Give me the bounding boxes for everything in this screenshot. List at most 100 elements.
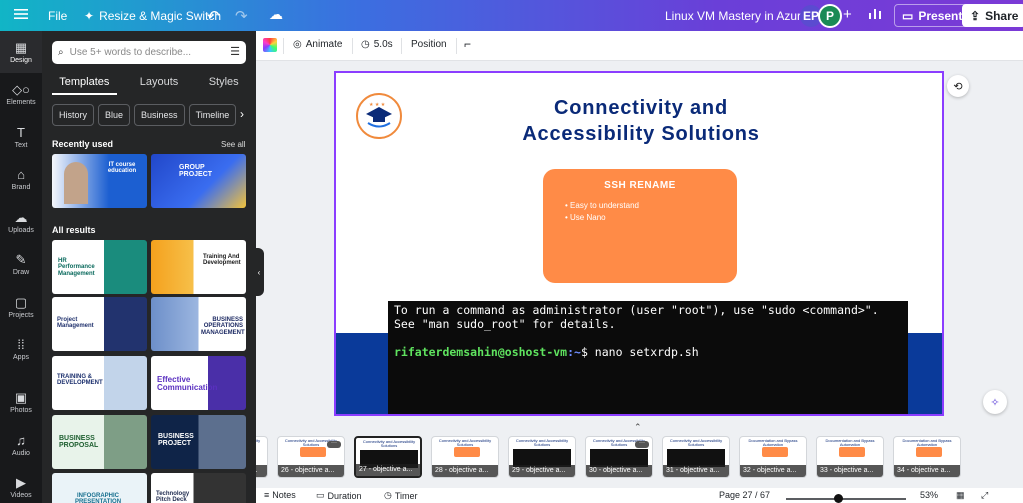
share-button[interactable]: ⇪ Share (962, 4, 1023, 27)
page-thumbnail[interactable]: Connectivity and Accessibility Solutions… (431, 436, 499, 478)
duration-button[interactable]: ◷ 5.0s (361, 39, 393, 50)
template-thumb[interactable]: BUSINESS OPERATIONS MANAGEMENT (151, 297, 246, 351)
tab-styles[interactable]: Styles (191, 73, 256, 95)
insights-icon[interactable] (868, 6, 882, 20)
search-input[interactable]: Use 5+ words to describe... (70, 47, 191, 58)
page-indicator[interactable]: Page 27 / 67 (719, 490, 770, 500)
page-thumb-label: 33 - objective a... (817, 465, 883, 477)
template-thumb[interactable]: Project Management (52, 297, 147, 351)
info-card[interactable]: SSH RENAME • Easy to understand • Use Na… (543, 169, 737, 283)
animate-button[interactable]: ◎ Animate (293, 39, 342, 50)
notes-icon: ≡ (264, 490, 270, 500)
template-thumb[interactable]: IT course education (52, 154, 147, 208)
template-thumb[interactable]: GROUP PROJECT (151, 154, 246, 208)
page-thumb-title: Connectivity and Accessibility Solutions (362, 439, 416, 449)
animate-label: Animate (305, 39, 343, 50)
panel-tabs: Templates Layouts Styles (42, 73, 256, 95)
refresh-icon[interactable]: ⟲ (947, 75, 969, 97)
slide-canvas[interactable]: ★ ★ ★ Connectivity and Accessibility Sol… (334, 71, 944, 416)
chevron-right-icon[interactable]: › (240, 107, 244, 121)
audio-icon: ♫ (16, 432, 26, 448)
bullet-item: • Use Nano (565, 213, 606, 222)
template-thumb[interactable]: Effective Communication (151, 356, 246, 410)
present-label: Present (918, 8, 963, 23)
chip-blue[interactable]: Blue (98, 104, 131, 126)
rail-draw[interactable]: ✎ Draw (0, 243, 42, 285)
template-thumb[interactable]: HR Performance Management (52, 240, 147, 294)
page-thumbnail[interactable]: Connectivity and Accessibility Solutions… (256, 436, 268, 478)
thumb-title: BUSINESS OPERATIONS MANAGEMENT (201, 317, 245, 336)
grid-view-icon[interactable]: ▦ (956, 490, 965, 501)
rail-apps[interactable]: ⁞⁞ Apps (0, 328, 42, 370)
template-thumb[interactable]: Training And Development (151, 240, 246, 294)
resize-magic-switch-button[interactable]: ✦ Resize & Magic Switch (84, 9, 221, 23)
chip-business[interactable]: Business (134, 104, 185, 126)
duration-value: 5.0s (373, 39, 393, 50)
tab-templates[interactable]: Templates (52, 73, 117, 95)
chip-history[interactable]: History (52, 104, 95, 126)
page-thumbnail[interactable]: Connectivity and Accessibility Solutions… (662, 436, 730, 478)
zoom-slider-handle[interactable] (834, 494, 843, 503)
menu-icon[interactable] (14, 8, 28, 20)
rail-design[interactable]: ▦ Design (0, 31, 42, 73)
rail-audio[interactable]: ♫ Audio (0, 424, 42, 466)
template-thumb[interactable]: BUSINESS PROJECT (151, 415, 246, 469)
zoom-slider[interactable] (786, 498, 906, 500)
rail-elements[interactable]: ◇○ Elements (0, 73, 42, 115)
template-thumb[interactable]: TRAINING & DEVELOPMENT (52, 356, 147, 410)
template-thumb[interactable]: BUSINESS PROPOSAL (52, 415, 147, 469)
add-collaborator-icon[interactable]: + (843, 6, 852, 23)
editor-toolbar: ◎ Animate ◷ 5.0s Position ⌐ (256, 31, 1023, 61)
present-button[interactable]: ▭ Present (894, 4, 971, 27)
page-thumb-label: 27 - objective a... (356, 464, 420, 476)
search-box[interactable]: ⌕ Use 5+ words to describe... ☰ (52, 41, 246, 64)
collapse-panel-handle[interactable]: ‹ (254, 248, 264, 296)
redo-icon[interactable]: ↷ (235, 7, 248, 25)
more-options-icon[interactable]: ··· (635, 440, 649, 448)
fullscreen-icon[interactable]: ⤢ (981, 490, 988, 501)
template-thumb[interactable]: Technology Pitch Deck (151, 473, 246, 503)
rail-projects[interactable]: ▢ Projects (0, 286, 42, 328)
magic-assistant-icon[interactable]: ✧ (983, 390, 1007, 414)
rail-label: Projects (8, 311, 34, 319)
page-thumbnail[interactable]: Documentation and Bypass Automation 34 - … (893, 436, 961, 478)
info-card-title: SSH RENAME (604, 180, 676, 191)
terminal-screenshot[interactable]: To run a command as administrator (user … (388, 301, 908, 414)
duration-footer-button[interactable]: ▭ Duration (316, 490, 362, 501)
page-thumbnail[interactable]: Documentation and Bypass Automation 33 - … (816, 436, 884, 478)
zoom-level[interactable]: 53% (920, 490, 938, 500)
page-thumbnail[interactable]: Connectivity and Accessibility Solutions… (277, 436, 345, 478)
filter-icon[interactable]: ☰ (230, 45, 240, 58)
file-menu[interactable]: File (48, 9, 67, 23)
rail-uploads[interactable]: ☁ Uploads (0, 201, 42, 243)
rail-brand[interactable]: ⌂ Brand (0, 158, 42, 200)
color-swatch-icon[interactable] (263, 38, 277, 52)
rail-text[interactable]: T Text (0, 116, 42, 158)
slide-title[interactable]: Connectivity and Accessibility Solutions (456, 95, 826, 147)
page-thumbnail[interactable]: Connectivity and Accessibility Solutions… (508, 436, 576, 478)
see-all-link[interactable]: See all (221, 140, 245, 149)
undo-icon[interactable]: ↶ (207, 7, 220, 25)
rail-videos[interactable]: ▶ Videos (0, 466, 42, 503)
chip-timeline[interactable]: Timeline (188, 104, 237, 126)
terminal-prompt: rifaterdemsahin@oshost-vm:~$ nano setxrd… (394, 345, 902, 359)
rail-photos[interactable]: ▣ Photos (0, 381, 42, 423)
more-options-icon[interactable]: ··· (327, 440, 341, 448)
page-thumbnail[interactable]: Connectivity and Accessibility Solutions… (585, 436, 653, 478)
template-thumb[interactable]: INFOGRAPHIC PRESENTATION (52, 473, 147, 503)
page-thumb-label: 32 - objective a... (740, 465, 806, 477)
duration-icon: ▭ (316, 490, 325, 500)
page-thumbnail[interactable]: Documentation and Bypass Automation 32 - … (739, 436, 807, 478)
tab-layouts[interactable]: Layouts (127, 73, 192, 95)
notes-button[interactable]: ≡ Notes (264, 490, 296, 500)
avatar-p[interactable]: P (818, 4, 842, 28)
position-button[interactable]: Position (411, 39, 447, 50)
rail-label: Apps (13, 353, 29, 361)
cloud-save-icon[interactable]: ☁ (269, 6, 283, 23)
page-thumbnail[interactable]: Connectivity and Accessibility Solutions… (354, 436, 422, 478)
templates-panel: ⌕ Use 5+ words to describe... ☰ Template… (42, 31, 256, 503)
page-thumb-label: 31 - objective a... (663, 465, 729, 477)
duration-footer-label: Duration (327, 490, 362, 501)
timer-button[interactable]: ◷ Timer (384, 490, 418, 501)
paint-format-icon[interactable]: ⌐ (464, 37, 471, 51)
